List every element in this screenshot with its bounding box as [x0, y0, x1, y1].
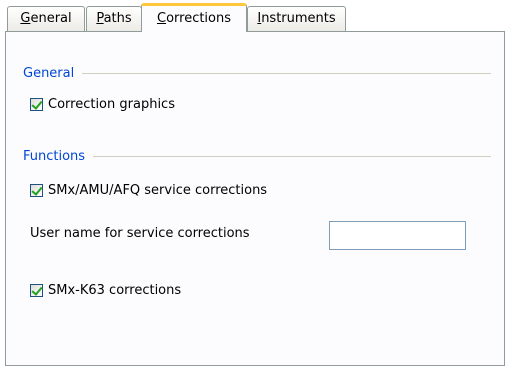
correction-graphics-label: Correction graphics [48, 96, 175, 112]
service-corrections-label: SMx/AMU/AFQ service corrections [48, 182, 268, 198]
general-section-divider [82, 72, 491, 74]
general-section-title: General [23, 65, 75, 81]
tab-corrections-mnemonic: C [156, 11, 167, 26]
tab-paths[interactable]: Paths [86, 6, 142, 31]
smx-k63-checkbox[interactable] [30, 283, 43, 297]
correction-graphics-checkbox[interactable] [30, 97, 43, 111]
user-name-label: User name for service corrections [30, 226, 250, 241]
functions-section-divider [93, 155, 491, 157]
tab-general-label: eneral [30, 11, 72, 26]
user-name-input[interactable] [329, 221, 466, 250]
tab-instruments[interactable]: Instruments [247, 6, 346, 31]
functions-section-title: Functions [23, 148, 86, 164]
service-corrections-option[interactable]: SMx/AMU/AFQ service corrections [30, 181, 267, 199]
tab-paths-mnemonic: P [96, 11, 104, 26]
smx-k63-label: SMx-K63 corrections [48, 282, 182, 298]
tab-general-mnemonic: G [20, 11, 31, 26]
correction-graphics-option[interactable]: Correction graphics [30, 95, 175, 113]
tab-general[interactable]: General [7, 6, 85, 31]
general-section-header: General [23, 64, 491, 82]
tab-corrections[interactable]: Corrections [141, 3, 247, 32]
tab-instruments-label: nstruments [261, 11, 336, 26]
functions-section-header: Functions [23, 147, 491, 165]
tab-strip: General Paths Corrections Instruments [0, 0, 507, 32]
service-corrections-checkbox[interactable] [30, 183, 43, 197]
tab-paths-label: aths [103, 11, 132, 26]
tab-corrections-label: orrections [166, 11, 232, 26]
options-dialog: General Paths Corrections Instruments Ge… [0, 0, 507, 367]
smx-k63-option[interactable]: SMx-K63 corrections [30, 281, 181, 299]
